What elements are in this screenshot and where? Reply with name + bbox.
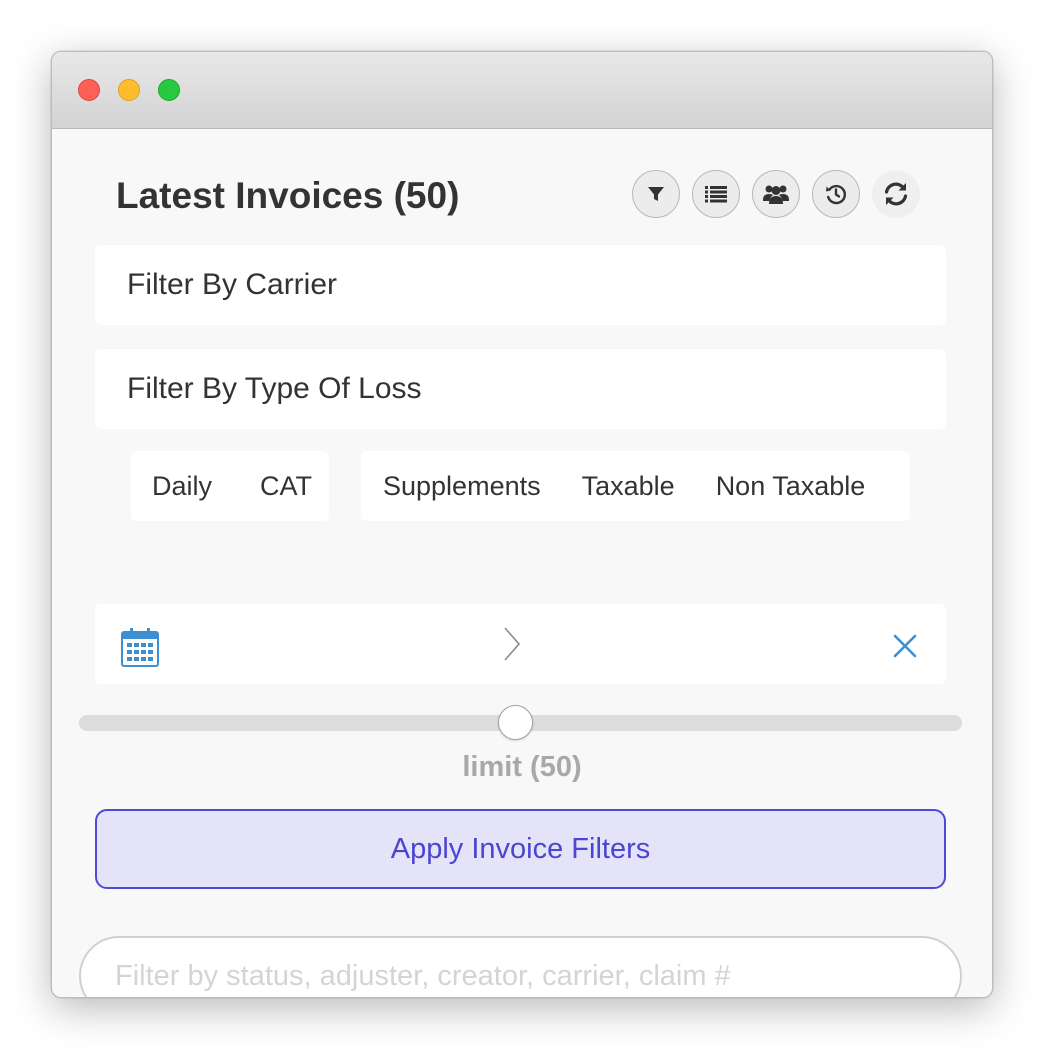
maximize-window-button[interactable] (158, 79, 180, 101)
limit-slider-thumb[interactable] (498, 705, 533, 740)
carrier-filter-placeholder: Filter By Carrier (127, 268, 338, 301)
refresh-button[interactable] (872, 170, 920, 218)
users-icon (763, 185, 789, 204)
segment-daily[interactable]: Daily (152, 471, 212, 502)
segment-supplements[interactable]: Supplements (383, 471, 541, 502)
history-button[interactable] (812, 170, 860, 218)
segment-taxable[interactable]: Taxable (582, 471, 675, 502)
refresh-icon (884, 182, 908, 206)
carrier-filter[interactable]: Filter By Carrier (95, 245, 946, 325)
segment-non-taxable[interactable]: Non Taxable (716, 471, 866, 502)
search-input[interactable] (79, 936, 962, 997)
apply-filters-button[interactable]: Apply Invoice Filters (95, 809, 946, 889)
segment-cat[interactable]: CAT (260, 471, 312, 502)
frequency-segment-group: Daily CAT (131, 451, 329, 521)
date-range-picker[interactable] (95, 604, 946, 684)
limit-label: limit (50) (462, 751, 582, 783)
main-content: Latest Invoices (50) Filter By Carrier F… (52, 129, 992, 997)
calendar-icon[interactable] (121, 627, 159, 667)
apply-filters-label: Apply Invoice Filters (390, 832, 651, 865)
loss-type-filter[interactable]: Filter By Type Of Loss (95, 349, 946, 429)
minimize-window-button[interactable] (118, 79, 140, 101)
list-icon (705, 186, 727, 203)
filter-icon (648, 187, 664, 201)
users-button[interactable] (752, 170, 800, 218)
title-bar (52, 52, 992, 129)
close-icon[interactable] (893, 634, 917, 658)
history-icon (826, 184, 847, 205)
type-segment-group: Supplements Taxable Non Taxable (361, 451, 910, 521)
page-title: Latest Invoices (50) (116, 175, 460, 216)
app-window: Latest Invoices (50) Filter By Carrier F… (51, 51, 993, 998)
filter-button[interactable] (632, 170, 680, 218)
loss-type-filter-placeholder: Filter By Type Of Loss (127, 372, 422, 405)
chevron-right-icon (504, 627, 521, 661)
close-window-button[interactable] (78, 79, 100, 101)
header-toolbar (632, 170, 920, 220)
list-button[interactable] (692, 170, 740, 218)
